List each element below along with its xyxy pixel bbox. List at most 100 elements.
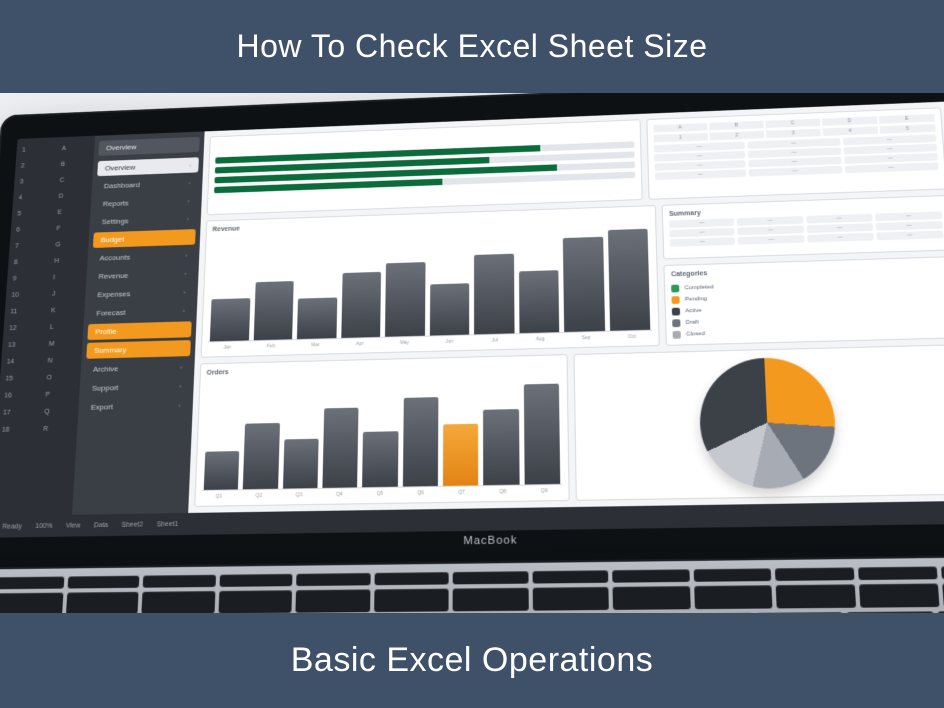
key[interactable] [532,570,608,583]
chevron-icon: › [185,253,187,259]
sidebar-item-label: Profile [95,327,117,336]
sidebar-item-label: Expenses [97,290,130,299]
sidebar-item[interactable]: Export› [83,397,189,416]
chevron-icon: › [189,162,191,167]
laptop-scene: 1234 5678 9101112 13141516 1718 ABCD EFG… [0,93,944,613]
legend-title: Categories [671,263,944,278]
bar [385,262,425,337]
pie-card [573,344,944,501]
key[interactable] [858,566,938,580]
sidebar-item[interactable]: Profile › [87,321,191,340]
bar [403,397,439,486]
bar [243,423,280,490]
statusbar-item[interactable]: 100% [35,522,53,529]
key[interactable] [694,585,773,609]
sidebar-item[interactable]: Accounts› [92,247,195,266]
bar [523,384,560,485]
sidebar-item[interactable]: Forecast› [88,303,192,322]
key[interactable] [374,572,449,585]
bottom-banner: Basic Excel Operations [0,613,944,708]
header-strip-card: ABCDE 12345 ——— ——— ——— ——— [646,107,944,199]
orders-chart-card: Orders Q1Q2Q3Q4Q5Q6Q7Q8Q9 [194,354,569,507]
key[interactable] [0,576,64,589]
sidebar-item-label: Overview [105,163,136,172]
progress-card [207,119,643,215]
key[interactable] [776,584,856,608]
key[interactable] [532,587,609,611]
legend-swatch [672,308,680,316]
sidebar-item[interactable]: Expenses› [90,284,194,303]
legend-list: CompletedPendingActiveDraftClosed [671,277,944,339]
key[interactable] [859,583,940,607]
key[interactable] [453,588,529,612]
mid-right: Summary ———— ———— ———— Categories Comple… [662,195,944,346]
key[interactable] [374,589,449,612]
chevron-icon: › [186,234,188,240]
key[interactable] [612,569,689,582]
key[interactable] [775,567,854,581]
bottom-banner-text: Basic Excel Operations [291,641,654,679]
sidebar-item-label: Revenue [98,271,128,280]
key[interactable] [66,592,139,613]
bar [608,228,651,330]
bar [563,237,605,332]
chevron-icon: › [183,308,185,314]
mid-row: Revenue JanFebMarAprMayJunJulAugSepOct S… [201,195,944,358]
small-table: ——— ——— ——— ——— [654,134,939,182]
key[interactable] [219,574,292,587]
sidebar-item[interactable]: Support› [84,378,189,397]
legend-label: Active [685,308,702,314]
statusbar-item[interactable]: View [66,522,81,529]
sidebar-item-label: Dashboard [104,181,140,190]
legend-label: Draft [685,320,698,326]
bar [297,298,337,339]
chevron-icon: › [182,327,184,333]
laptop: 1234 5678 9101112 13141516 1718 ABCD EFG… [0,93,944,613]
sidebar-item[interactable]: Archive› [85,359,190,378]
chevron-icon: › [180,364,182,370]
statusbar-item[interactable]: Sheet2 [121,521,143,528]
key[interactable] [453,571,528,584]
sidebar-item-label: Budget [100,235,124,244]
bar [253,281,293,340]
sidebar-item-label: Settings [102,217,129,226]
sidebar-item[interactable]: Dashboard› [96,175,198,194]
key[interactable] [218,590,292,613]
sidebar-item-label: Summary [94,346,127,355]
legend-swatch [671,285,679,293]
key[interactable] [296,573,370,586]
statusbar-item[interactable]: Sheet1 [157,521,179,528]
sidebar-header: Overview [98,137,199,156]
sidebar-item[interactable]: Overview › [97,157,199,176]
key[interactable] [67,576,139,589]
bar [429,283,469,335]
sidebar: Overview Overview›Dashboard›Reports›Sett… [72,131,205,514]
chevron-icon: › [181,345,183,351]
sidebar-item[interactable]: Budget › [93,229,196,248]
screen-inner: 1234 5678 9101112 13141516 1718 ABCD EFG… [0,100,944,516]
summary-table: Summary ———— ———— ———— [662,195,944,259]
legend-swatch [673,331,681,339]
statusbar-item[interactable]: Data [94,522,109,529]
screen-bezel: 1234 5678 9101112 13141516 1718 ABCD EFG… [0,93,944,570]
statusbar-item[interactable]: Ready [2,523,22,530]
bar [204,451,240,490]
key[interactable] [693,568,771,581]
bar [210,298,250,341]
key[interactable] [141,591,215,613]
key[interactable] [296,589,371,612]
sidebar-item[interactable]: Reports› [95,193,197,212]
sidebar-item-label: Export [91,403,113,412]
chevron-icon: › [187,216,189,221]
bar [483,409,519,485]
sidebar-item[interactable]: Settings › [94,211,197,230]
key[interactable] [0,593,63,613]
key[interactable] [613,586,691,610]
revenue-chart [208,221,653,342]
bar [322,408,358,488]
key[interactable] [143,575,216,588]
sidebar-item[interactable]: Revenue › [91,266,194,285]
sidebar-item[interactable]: Summary › [86,340,191,359]
chevron-icon: › [184,271,186,277]
bot-row: Orders Q1Q2Q3Q4Q5Q6Q7Q8Q9 [194,344,944,507]
